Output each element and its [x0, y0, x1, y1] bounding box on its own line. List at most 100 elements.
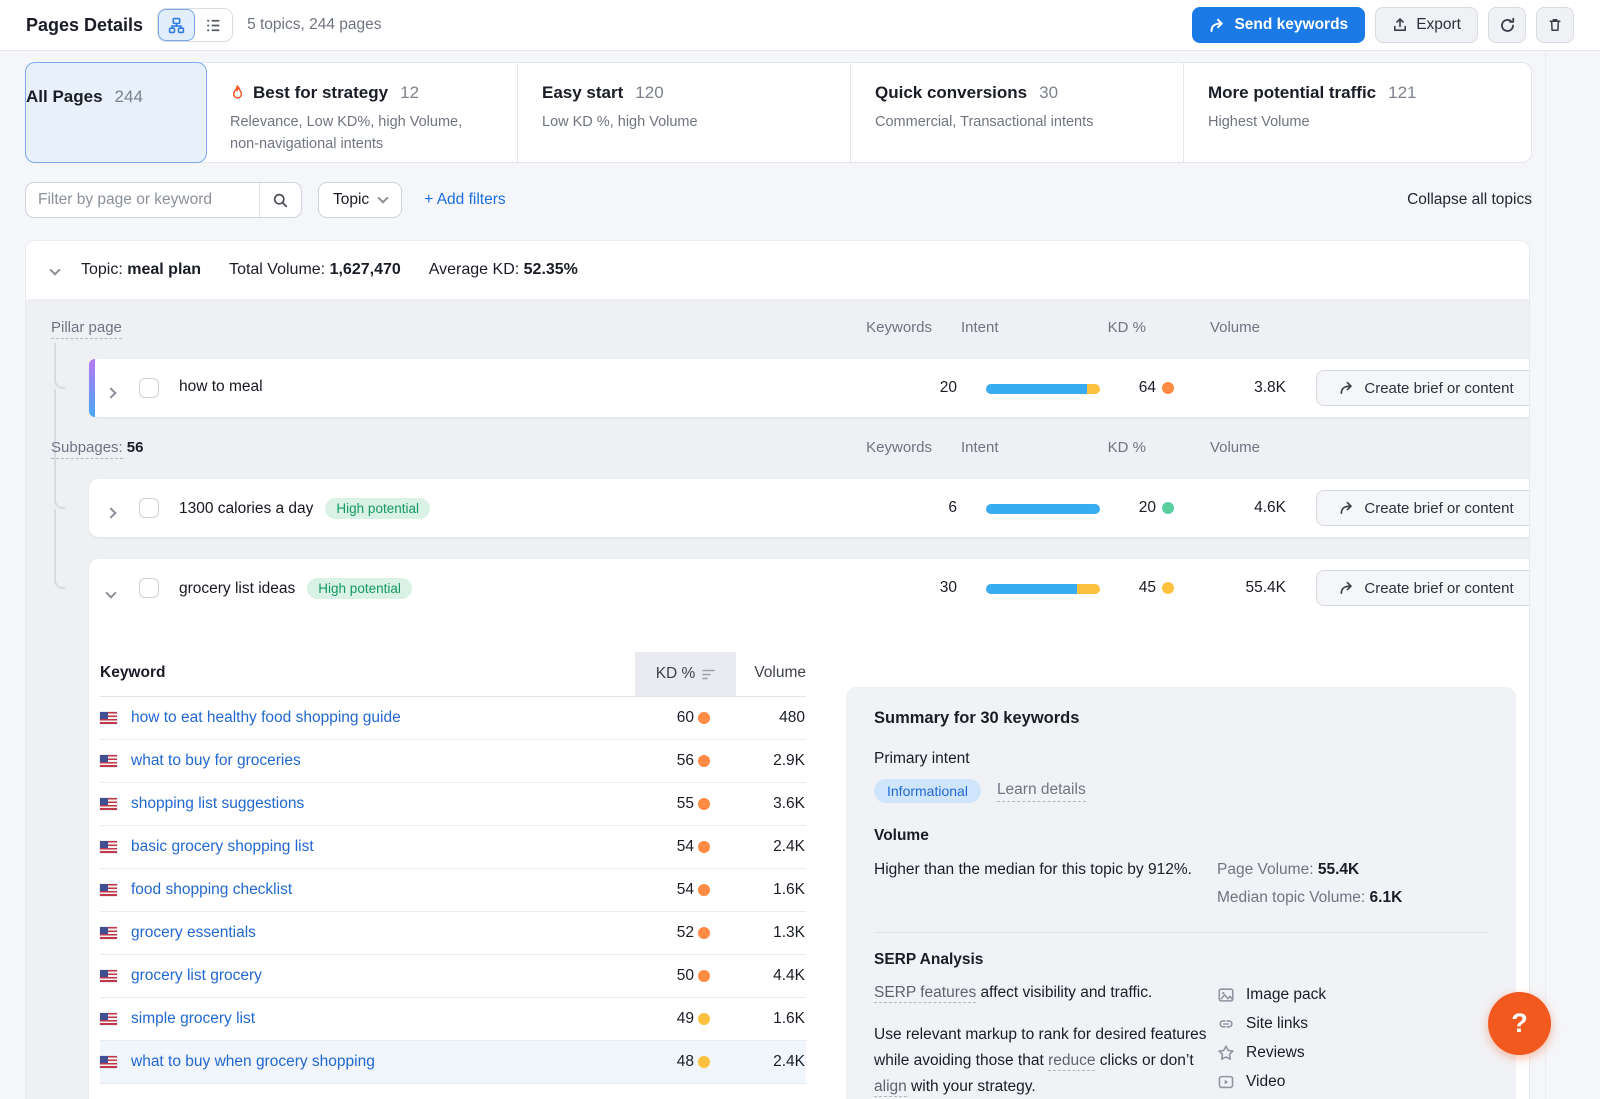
topic-collapse-button[interactable] [51, 261, 59, 279]
create-brief-button[interactable]: Create brief or content [1316, 490, 1530, 526]
kd-value: 50 [634, 967, 694, 985]
kd-value: 60 [634, 709, 694, 727]
serp-intro-text: SERP features affect visibility and traf… [874, 980, 1209, 1006]
kd-dot [698, 1013, 710, 1025]
volume-value: 3.6K [720, 795, 805, 813]
expand-row-button[interactable] [107, 384, 115, 402]
create-brief-button[interactable]: Create brief or content [1316, 370, 1530, 406]
keyword-row: what to buy when grocery shopping 48 2.4… [100, 1041, 806, 1084]
learn-details-link[interactable]: Learn details [997, 781, 1086, 802]
tab-more-potential-traffic[interactable]: More potential traffic121 Highest Volume [1184, 63, 1531, 162]
volume-value: 1.6K [720, 1010, 805, 1028]
filter-bar: Topic + Add filters Collapse all topics [25, 182, 1532, 218]
subpages-label[interactable]: Subpages: [51, 439, 123, 459]
pillar-page-label[interactable]: Pillar page [51, 319, 122, 339]
col-kd-sort[interactable]: KD % [635, 652, 736, 696]
volume-value: 4.6K [1201, 499, 1286, 517]
kd-value: 45 [1096, 579, 1156, 597]
kd-dot [698, 927, 710, 939]
keywords-count: 30 [897, 579, 957, 597]
kd-value: 55 [634, 795, 694, 813]
row-checkbox[interactable] [139, 578, 159, 598]
chevron-right-icon [105, 387, 116, 398]
keyword-row: food shopping checklist 54 1.6K [100, 869, 806, 912]
volume-value: 2.4K [720, 838, 805, 856]
kd-value: 49 [634, 1010, 694, 1028]
tree-view-button[interactable] [158, 9, 195, 41]
keyword-link[interactable]: food shopping checklist [131, 881, 292, 899]
tree-connector [54, 509, 65, 589]
subpages-section-head: Subpages:56 Keywords Intent KD % Volume [26, 437, 1529, 463]
header-actions: Send keywords Export [1192, 7, 1574, 43]
video-icon [1217, 1073, 1235, 1091]
reduce-link[interactable]: reduce [1048, 1052, 1095, 1071]
send-arrow-icon [1339, 581, 1355, 595]
chevron-down-icon [105, 587, 116, 598]
keyword-link[interactable]: grocery list grocery [131, 967, 262, 985]
page-title-link[interactable]: how to meal [179, 378, 263, 396]
col-keyword: Keyword [100, 664, 165, 682]
keyword-link[interactable]: simple grocery list [131, 1010, 255, 1028]
collapse-row-button[interactable] [107, 584, 115, 602]
page-title-link[interactable]: grocery list ideas [179, 580, 295, 598]
col-intent: Intent [961, 439, 999, 456]
align-link[interactable]: align [874, 1078, 907, 1097]
median-volume-value: 6.1K [1370, 889, 1403, 906]
add-filters-link[interactable]: + Add filters [424, 191, 505, 209]
kd-dot [698, 755, 710, 767]
serp-feature-item: Image pack [1217, 980, 1430, 1009]
kd-dot [1162, 582, 1174, 594]
serp-features-link[interactable]: SERP features [874, 984, 976, 1003]
serp-advice-text: Use relevant markup to rank for desired … [874, 1022, 1209, 1099]
help-button[interactable]: ? [1488, 992, 1551, 1055]
list-icon [205, 17, 222, 34]
median-volume-label: Median topic Volume: [1217, 889, 1365, 906]
row-checkbox[interactable] [139, 498, 159, 518]
create-brief-button[interactable]: Create brief or content [1316, 570, 1530, 606]
pillar-section-head: Pillar page Keywords Intent KD % Volume [26, 317, 1529, 343]
tab-quick-conversions[interactable]: Quick conversions30 Commercial, Transact… [851, 63, 1184, 162]
chevron-down-icon [378, 192, 389, 203]
volume-value: 1.6K [720, 881, 805, 899]
page-title: Pages Details [26, 15, 143, 36]
kd-value: 64 [1096, 379, 1156, 397]
keyword-link[interactable]: what to buy for groceries [131, 752, 301, 770]
keyword-link[interactable]: how to eat healthy food shopping guide [131, 709, 401, 727]
sitemap-icon [168, 17, 185, 34]
page-title-link[interactable]: 1300 calories a day [179, 500, 313, 518]
keyword-link[interactable]: basic grocery shopping list [131, 838, 314, 856]
keyword-table: Keyword KD % Volume [100, 652, 806, 1099]
tab-all-pages[interactable]: All Pages244 [25, 62, 207, 163]
kd-dot [1162, 502, 1174, 514]
summary-title: Summary for 30 keywords [874, 709, 1488, 728]
keyword-link[interactable]: what to buy when grocery shopping [131, 1053, 375, 1071]
row-checkbox[interactable] [139, 378, 159, 398]
refresh-button[interactable] [1488, 7, 1526, 43]
keyword-row: basic grocery shopping list 54 2.4K [100, 826, 806, 869]
intent-bar [986, 504, 1100, 514]
tab-easy-start[interactable]: Easy start120 Low KD %, high Volume [518, 63, 851, 162]
keyword-link[interactable]: shopping list suggestions [131, 795, 304, 813]
list-view-button[interactable] [195, 9, 232, 41]
pages-details-app: Pages Details [0, 0, 1600, 1099]
high-potential-badge: High potential [307, 578, 412, 599]
send-keywords-button[interactable]: Send keywords [1192, 7, 1365, 43]
expanded-row-body: Keyword KD % Volume [89, 652, 1530, 1099]
keyword-link[interactable]: grocery essentials [131, 924, 256, 942]
search-button[interactable] [259, 183, 301, 217]
topic-name: meal plan [127, 261, 201, 278]
tab-best-for-strategy[interactable]: Best for strategy12 Relevance, Low KD%, … [206, 63, 518, 162]
content-area: All Pages244 Best for strategy12 Relevan… [0, 51, 1600, 1099]
keyword-row: grocery list grocery 50 4.4K [100, 955, 806, 998]
expand-row-button[interactable] [107, 504, 115, 522]
send-arrow-icon [1339, 381, 1355, 395]
topic-filter-dropdown[interactable]: Topic [318, 182, 402, 218]
keywords-count: 20 [897, 379, 957, 397]
export-button[interactable]: Export [1375, 7, 1478, 43]
delete-button[interactable] [1536, 7, 1574, 43]
serp-feature-item: Reviews [1217, 1038, 1430, 1067]
right-rail-divider [1545, 51, 1546, 1099]
topic-header-row: Topic: meal plan Total Volume: 1,627,470… [26, 241, 1529, 299]
search-input[interactable] [26, 183, 259, 217]
collapse-all-topics-link[interactable]: Collapse all topics [1407, 191, 1532, 209]
